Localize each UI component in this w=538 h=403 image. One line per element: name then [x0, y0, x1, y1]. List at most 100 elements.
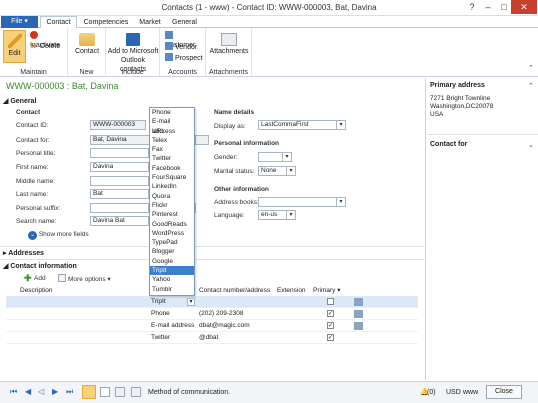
gender-select[interactable]: ▾ — [258, 152, 292, 162]
contact-for-factbox-title: Contact for — [430, 141, 468, 148]
phone-icon[interactable] — [354, 310, 363, 318]
document-icon[interactable] — [115, 387, 125, 397]
row-description[interactable]: TripIt — [151, 296, 166, 308]
collapse-ribbon-icon[interactable]: ⌃ — [528, 64, 534, 72]
dropdown-option[interactable]: GoodReads — [150, 220, 194, 229]
previous-record-icon[interactable]: ◀ — [25, 387, 31, 396]
col-extension[interactable]: Extension — [277, 286, 306, 295]
row-contact-value[interactable]: (202) 209-2308 — [199, 308, 243, 320]
dropdown-option[interactable]: Pinterest — [150, 210, 194, 219]
address-books-select[interactable]: ▾ — [258, 197, 346, 207]
primary-checkbox[interactable]: ✓ — [327, 310, 334, 317]
table-row[interactable]: Twitter @dbat ✓ — [6, 332, 418, 344]
show-more-fields-link[interactable]: ⌄ Show more fields — [28, 231, 89, 240]
dropdown-option[interactable]: WordPress — [150, 229, 194, 238]
more-options-button[interactable]: More options ▾ — [58, 274, 111, 283]
dropdown-option-selected[interactable]: TripIt — [150, 266, 194, 276]
dropdown-option[interactable]: Fax — [150, 145, 194, 154]
communication-method-dropdown[interactable]: Phone E-mail address URL Telex Fax Twitt… — [149, 107, 195, 296]
row-contact-value[interactable]: @dbat — [199, 332, 218, 344]
chevron-down-icon[interactable]: ▾ — [187, 298, 195, 306]
display-as-select[interactable]: LastCommaFirst ▾ — [258, 120, 346, 130]
edit-button[interactable]: Edit — [3, 30, 26, 63]
vendor-button[interactable]: Vendor — [165, 42, 197, 52]
primary-checkbox[interactable] — [327, 298, 334, 305]
dropdown-option[interactable]: Tumblr — [150, 285, 194, 294]
section-contact-info-header[interactable]: ◢ Contact information — [3, 262, 77, 270]
language-value: en-us — [261, 211, 278, 218]
last-name-field[interactable]: Bat — [90, 189, 149, 199]
dropdown-option[interactable]: Twitter — [150, 154, 194, 163]
tab-contact[interactable]: Contact — [40, 16, 77, 28]
row-description[interactable]: E-mail address — [151, 320, 194, 332]
divider — [0, 259, 426, 260]
prospect-icon — [165, 53, 173, 61]
dropdown-option[interactable]: LinkedIn — [150, 182, 194, 191]
edit-mode-icon[interactable] — [82, 385, 96, 399]
add-button[interactable]: ✚ Add — [24, 274, 46, 283]
primary-checkbox[interactable]: ✓ — [327, 322, 334, 329]
dropdown-option[interactable]: TypePad — [150, 238, 194, 247]
close-button[interactable]: Close — [486, 385, 522, 399]
dropdown-option[interactable]: Phone — [150, 108, 194, 117]
section-addresses-header[interactable]: ▸ Addresses — [3, 249, 44, 257]
contact-id-field[interactable]: WWW-000003 — [90, 120, 146, 130]
row-description[interactable]: Twitter — [151, 332, 170, 344]
delete-button[interactable]: ✕ Delete — [30, 42, 60, 51]
table-row[interactable]: Phone (202) 209-2308 ✓ — [6, 308, 418, 320]
col-primary[interactable]: Primary ▾ — [313, 286, 340, 295]
col-description[interactable]: Description — [20, 286, 53, 295]
tab-file[interactable]: File ▾ — [1, 16, 38, 28]
email-icon[interactable] — [354, 322, 363, 330]
dropdown-option[interactable]: Flickr — [150, 201, 194, 210]
col-contact-address[interactable]: Contact number/address — [199, 286, 270, 295]
company-indicator[interactable]: www — [463, 389, 478, 396]
dropdown-option[interactable]: FourSquare — [150, 173, 194, 182]
tab-market[interactable]: Market — [136, 17, 164, 28]
next-record-icon[interactable]: ▶ — [52, 387, 58, 396]
delete-label: Delete — [40, 43, 61, 50]
add-outlook-button[interactable]: Add to Microsoft Outlook contacts — [107, 31, 159, 74]
tab-competencies[interactable]: Competencies — [80, 17, 132, 28]
contact-for-field[interactable]: Bat, Davina — [90, 135, 150, 145]
row-contact-value[interactable]: dbat@magic.com — [199, 320, 250, 332]
table-row[interactable]: TripIt ▾ — [6, 296, 418, 308]
middle-name-field[interactable] — [90, 176, 149, 186]
contact-id-label: Contact ID: — [16, 122, 49, 129]
close-window-button[interactable]: ✕ — [511, 0, 537, 14]
dropdown-option[interactable]: Google — [150, 257, 194, 266]
view-icon[interactable] — [100, 387, 110, 397]
personal-suffix-field[interactable] — [90, 203, 149, 213]
currency-indicator[interactable]: USD — [446, 389, 461, 396]
first-name-field[interactable]: Davina — [90, 162, 149, 172]
dropdown-option[interactable]: Blogger — [150, 247, 194, 256]
attachments-status-icon[interactable] — [131, 387, 141, 397]
previous-page-icon[interactable]: ◁ — [38, 387, 44, 396]
tab-general[interactable]: General — [168, 17, 201, 28]
chevron-down-icon[interactable]: ⌄ — [528, 141, 534, 149]
dropdown-option[interactable]: Facebook — [150, 164, 194, 173]
add-label: Add — [34, 275, 46, 282]
row-description[interactable]: Phone — [151, 308, 170, 320]
personal-title-field[interactable] — [90, 148, 149, 158]
chevron-up-icon[interactable]: ⌃ — [528, 82, 534, 90]
group-attachments: Attachments Attachments — [206, 28, 252, 77]
search-name-field[interactable]: Davina Bat — [90, 216, 149, 226]
prospect-button[interactable]: Prospect — [165, 53, 203, 63]
dropdown-option[interactable]: Telex — [150, 136, 194, 145]
table-row[interactable]: E-mail address dbat@magic.com ✓ — [6, 320, 418, 332]
language-select[interactable]: en-us ▾ — [258, 210, 296, 220]
dropdown-option[interactable]: Quora — [150, 192, 194, 201]
last-record-icon[interactable]: ⏭ — [66, 387, 73, 397]
contact-card-icon[interactable] — [354, 298, 363, 306]
attachments-icon — [221, 33, 237, 46]
new-contact-button[interactable]: Contact — [73, 31, 101, 56]
dropdown-option[interactable]: Yahoo — [150, 275, 194, 284]
dropdown-option[interactable]: E-mail address — [150, 117, 194, 134]
first-record-icon[interactable]: ⏮ — [10, 387, 17, 397]
marital-status-select[interactable]: None ▾ — [258, 166, 296, 176]
chevron-down-icon: ▾ — [286, 211, 295, 219]
primary-checkbox[interactable]: ✓ — [327, 334, 334, 341]
section-general-header[interactable]: ◢ General — [3, 97, 36, 105]
attachments-button[interactable]: Attachments — [209, 31, 249, 56]
